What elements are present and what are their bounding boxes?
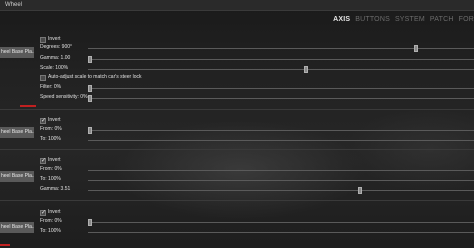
- speed-sensitivity-slider-track[interactable]: [88, 98, 474, 99]
- invert-checkbox[interactable]: [40, 209, 46, 216]
- gamma-slider-track[interactable]: [88, 190, 474, 191]
- invert-label: Invert: [48, 36, 61, 42]
- section-divider: [0, 200, 474, 201]
- to-label: To: 100%: [40, 228, 61, 234]
- degrees-slider-knob[interactable]: [414, 45, 418, 52]
- scale-label: Scale: 100%: [40, 65, 69, 71]
- section-divider: [0, 149, 474, 150]
- from-slider-track[interactable]: [88, 222, 474, 223]
- filter-label: Filter: 0%: [40, 84, 62, 90]
- axis-position-indicator: [0, 244, 10, 246]
- tab-for[interactable]: FOR: [459, 16, 474, 25]
- invert-label: Invert: [48, 117, 61, 123]
- tab-patch[interactable]: PATCH: [430, 16, 454, 25]
- tab-bar: AXIS BUTTONS SYSTEM PATCH FOR: [333, 16, 474, 25]
- window-title: Wheel: [5, 2, 23, 8]
- auto-adjust-checkbox[interactable]: [40, 75, 46, 81]
- from-label: From: 0%: [40, 166, 62, 172]
- speed-sensitivity-label: Speed sensitivity: 0%: [40, 94, 88, 100]
- to-label: To: 100%: [40, 136, 61, 142]
- scale-slider-track[interactable]: [88, 69, 474, 70]
- speed-sensitivity-slider-knob[interactable]: [88, 95, 92, 102]
- from-slider-knob[interactable]: [88, 219, 92, 226]
- invert-checkbox[interactable]: [40, 157, 46, 164]
- to-slider-track[interactable]: [88, 140, 474, 141]
- axis-position-indicator: [20, 105, 36, 107]
- gamma-slider-knob[interactable]: [358, 187, 362, 194]
- scale-slider-knob[interactable]: [304, 66, 308, 73]
- to-slider-track[interactable]: [88, 180, 474, 181]
- gamma-label: Gamma: 1.00: [40, 55, 71, 61]
- invert-checkbox[interactable]: [40, 37, 46, 43]
- from-slider-track[interactable]: [88, 170, 474, 171]
- filter-slider-knob[interactable]: [88, 85, 92, 92]
- window-titlebar: Wheel: [0, 0, 474, 11]
- to-slider-track[interactable]: [88, 232, 474, 233]
- tab-axis[interactable]: AXIS: [333, 16, 350, 25]
- invert-label: Invert: [48, 157, 61, 163]
- invert-checkbox[interactable]: [40, 117, 46, 124]
- from-label: From: 0%: [40, 218, 62, 224]
- from-slider-knob[interactable]: [88, 127, 92, 134]
- gamma-label: Gamma: 3.51: [40, 186, 71, 192]
- from-label: From: 0%: [40, 126, 62, 132]
- section-divider: [0, 109, 474, 110]
- gamma-slider-knob[interactable]: [88, 56, 92, 63]
- filter-slider-track[interactable]: [88, 88, 474, 89]
- gamma-slider-track[interactable]: [88, 59, 474, 60]
- tab-buttons[interactable]: BUTTONS: [355, 16, 390, 25]
- tab-system[interactable]: SYSTEM: [395, 16, 425, 25]
- axis-input-select-button[interactable]: heel Base Pla...: [0, 127, 34, 138]
- axis-input-select-button[interactable]: heel Base Pla...: [0, 222, 34, 233]
- background-blurred-road: [0, 0, 474, 248]
- invert-label: Invert: [48, 209, 61, 215]
- degrees-label: Degrees: 900°: [40, 44, 73, 50]
- axis-input-select-button[interactable]: heel Base Pla...: [0, 47, 34, 58]
- auto-adjust-label: Auto-adjust scale to match car's steer l…: [48, 74, 142, 80]
- axis-input-select-button[interactable]: heel Base Pla...: [0, 171, 34, 182]
- from-slider-track[interactable]: [88, 130, 474, 131]
- to-label: To: 100%: [40, 176, 61, 182]
